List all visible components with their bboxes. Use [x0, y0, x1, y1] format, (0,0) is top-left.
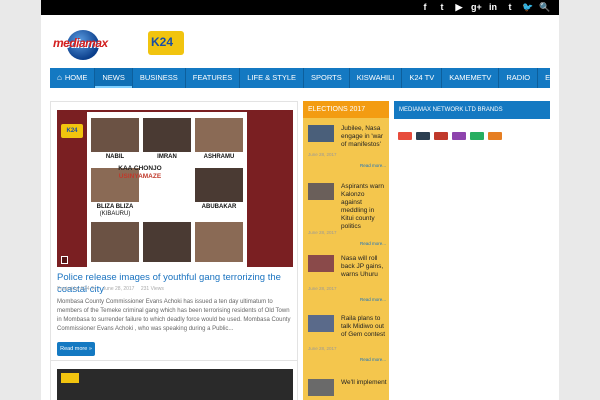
k24-logo[interactable]: K24	[148, 31, 184, 55]
election-title[interactable]: We'll implement	[341, 379, 387, 387]
election-read-more[interactable]: Read more...	[360, 357, 386, 362]
election-date: June 28, 2017	[308, 152, 337, 157]
mugshot	[143, 222, 191, 262]
article-photo[interactable]: K24 NABIL IMRAN ASHRAMU BLIZA BLIZA (KIB…	[57, 110, 293, 267]
brand-logo[interactable]	[434, 132, 448, 140]
photo-headline-2: USINYAMAZE	[118, 173, 162, 180]
nav-item-kiswahili[interactable]: KISWAHILI	[350, 68, 403, 88]
election-thumbnail[interactable]	[308, 183, 334, 200]
nav-item-life-style[interactable]: LIFE & STYLE	[240, 68, 305, 88]
read-more-button[interactable]: Read more »	[57, 342, 95, 356]
mugshot	[91, 222, 139, 262]
nav-item-label: LIFE & STYLE	[247, 73, 297, 82]
article-author: Posted by K24 Tv	[57, 286, 97, 292]
election-read-more[interactable]: Read more...	[360, 297, 386, 302]
top-bar: f t ▶ g+ in t 🐦 🔍	[41, 0, 559, 15]
brand-logo[interactable]	[470, 132, 484, 140]
nav-item-e-paper[interactable]: E-PAPER	[538, 68, 559, 88]
photo-headline: KAA CHONJO USINYAMAZE	[112, 165, 168, 181]
nav-item-label: E-PAPER	[545, 73, 559, 82]
mediamax-logo[interactable]: mediamax	[53, 27, 117, 61]
elections-heading: ELECTIONS 2017	[303, 101, 389, 118]
nav-item-label: FEATURES	[192, 73, 233, 82]
nav-item-news[interactable]: NEWS	[95, 68, 133, 88]
election-thumbnail[interactable]	[308, 379, 334, 396]
mugshot	[195, 222, 243, 262]
mugshot	[143, 118, 191, 152]
nav-item-label: KAMEMETV	[449, 73, 492, 82]
article-views: 231 Views	[140, 286, 164, 292]
facebook-icon[interactable]: f	[420, 2, 430, 13]
nav-item-business[interactable]: BUSINESS	[133, 68, 186, 88]
brand-logos	[398, 132, 502, 140]
mugshot-name: NABIL	[105, 154, 125, 160]
mugshot-name: ABUBAKAR	[201, 204, 237, 210]
second-article-photo[interactable]	[57, 369, 293, 400]
tumblr-icon[interactable]: t	[505, 2, 515, 13]
mugshot-nickname: (KIBAURU)	[99, 211, 131, 217]
article-excerpt: Mombasa County Commissioner Evans Achoki…	[57, 299, 291, 332]
k24-logo-text: K24	[151, 35, 174, 49]
nav-item-label: HOME	[64, 73, 88, 82]
article-meta: Posted by K24 Tv June 28, 2017 231 Views	[57, 286, 169, 292]
election-thumbnail[interactable]	[308, 315, 334, 332]
mugshot-name: BLIZA BLIZA	[96, 204, 134, 210]
youtube-icon[interactable]: ▶	[454, 2, 464, 13]
mugshot	[195, 168, 243, 202]
election-title[interactable]: Raila plans to talk Midiwo out of Gem co…	[341, 315, 387, 339]
nav-item-label: K24 TV	[409, 73, 435, 82]
bird-icon[interactable]: 🐦	[522, 2, 533, 13]
election-title[interactable]: Nasa will roll back JP gains, warns Uhur…	[341, 255, 387, 279]
mediamax-logo-text: mediamax	[53, 36, 108, 50]
election-title[interactable]: Aspirants warn Kalonzo against meddling …	[341, 183, 387, 231]
k24-watermark	[61, 373, 79, 383]
brand-logo[interactable]	[452, 132, 466, 140]
nav-item-label: NEWS	[102, 73, 125, 82]
article-title[interactable]: Police release images of youthful gang t…	[57, 272, 293, 296]
linkedin-icon[interactable]: in	[488, 2, 498, 13]
page: f t ▶ g+ in t 🐦 🔍 mediamax K24 ⌂ HOME NEWS…	[41, 0, 559, 400]
brand-logo[interactable]	[398, 132, 412, 140]
mugshot-name: ASHRAMU	[203, 154, 235, 160]
nav-item-features[interactable]: FEATURES	[186, 68, 241, 88]
nav-item-kamemetv[interactable]: KAMEMETV	[442, 68, 500, 88]
nav-item-sports[interactable]: SPORTS	[304, 68, 350, 88]
article-date: June 28, 2017	[102, 286, 135, 292]
election-date: June 28, 2017	[308, 286, 337, 291]
nav-item-label: RADIO	[506, 73, 531, 82]
election-title[interactable]: Jubilee, Nasa engage in 'war of manifest…	[341, 125, 387, 149]
nav-item-label: BUSINESS	[139, 73, 178, 82]
nav-item-label: SPORTS	[311, 73, 342, 82]
brand-logo[interactable]	[416, 132, 430, 140]
election-thumbnail[interactable]	[308, 125, 334, 142]
election-thumbnail[interactable]	[308, 255, 334, 272]
nav-item-home[interactable]: ⌂ HOME	[50, 68, 96, 88]
main-article: K24 NABIL IMRAN ASHRAMU BLIZA BLIZA (KIB…	[50, 101, 298, 400]
brand-logo[interactable]	[488, 132, 502, 140]
mugshot-grid: NABIL IMRAN ASHRAMU BLIZA BLIZA (KIBAURU…	[87, 112, 247, 267]
nav-item-radio[interactable]: RADIO	[499, 68, 539, 88]
nav-item-label: KISWAHILI	[356, 73, 395, 82]
elections-sidebar: ELECTIONS 2017 Jubilee, Nasa engage in '…	[303, 101, 389, 400]
brands-heading: MEDIAMAX NETWORK LTD BRANDS	[394, 101, 550, 119]
social-links: f t ▶ g+ in t 🐦 🔍	[420, 2, 551, 13]
google-plus-icon[interactable]: g+	[471, 2, 482, 13]
election-read-more[interactable]: Read more...	[360, 241, 386, 246]
second-article	[50, 360, 298, 400]
main-nav: ⌂ HOME NEWS BUSINESS FEATURES LIFE & STYLE SPO…	[50, 68, 559, 88]
search-icon[interactable]: 🔍	[539, 2, 550, 13]
k24-watermark: K24	[61, 124, 83, 138]
nav-item-k24-tv[interactable]: K24 TV	[402, 68, 443, 88]
mugshot-name: IMRAN	[157, 154, 177, 160]
election-read-more[interactable]: Read more...	[360, 163, 386, 168]
document-icon	[61, 256, 68, 264]
election-date: June 28, 2017	[308, 230, 337, 235]
election-date: June 28, 2017	[308, 346, 337, 351]
home-icon: ⌂	[57, 73, 62, 82]
mugshot	[91, 118, 139, 152]
twitter-icon[interactable]: t	[437, 2, 447, 13]
photo-headline-1: KAA CHONJO	[118, 165, 162, 172]
mugshot	[195, 118, 243, 152]
